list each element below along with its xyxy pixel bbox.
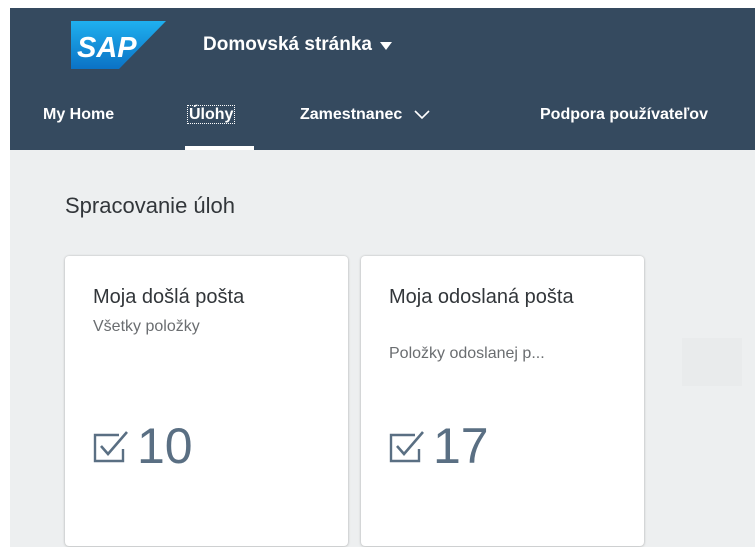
tab-my-home[interactable]: My Home	[43, 104, 114, 126]
task-checkbox-icon	[93, 429, 131, 463]
home-title-label: Domovská stránka	[203, 34, 372, 55]
home-title-menu[interactable]: Domovská stránka	[203, 30, 392, 60]
tile-subtitle: Všetky položky	[93, 318, 200, 335]
shell-header: SAP Domovská stránka My Home Úlohy Zames…	[10, 8, 755, 150]
task-checkbox-icon	[389, 429, 427, 463]
tile-subtitle: Položky odoslanej p...	[389, 345, 545, 362]
app-shell: SAP Domovská stránka My Home Úlohy Zames…	[10, 8, 755, 547]
tile-incoming-mail[interactable]: Moja došlá pošta Všetky položky 10	[65, 256, 348, 546]
tile-kpi: 17	[389, 416, 489, 476]
tab-zamestnanec-label: Zamestnanec	[300, 106, 403, 123]
tile-kpi-value: 10	[137, 418, 193, 474]
caret-down-icon	[379, 42, 392, 50]
tab-ulohy-label: Úlohy	[187, 105, 236, 124]
tile-title: Moja došlá pošta	[93, 286, 245, 308]
tab-ulohy[interactable]: Úlohy	[187, 104, 236, 126]
tab-podpora-pouzivatelov[interactable]: Podpora používateľov	[540, 104, 708, 126]
background-placeholder	[682, 338, 742, 386]
section-title: Spracovanie úloh	[65, 193, 236, 218]
tile-outgoing-mail[interactable]: Moja odoslaná pošta Položky odoslanej p.…	[361, 256, 644, 546]
logo-text: SAP	[77, 32, 137, 64]
tile-kpi: 10	[93, 416, 193, 476]
tile-title: Moja odoslaná pošta	[389, 286, 574, 308]
sap-logo[interactable]: SAP	[71, 21, 166, 69]
chevron-down-icon	[414, 110, 430, 120]
tile-kpi-value: 17	[433, 418, 489, 474]
tab-zamestnanec[interactable]: Zamestnanec	[300, 104, 430, 126]
active-tab-indicator	[185, 146, 254, 150]
